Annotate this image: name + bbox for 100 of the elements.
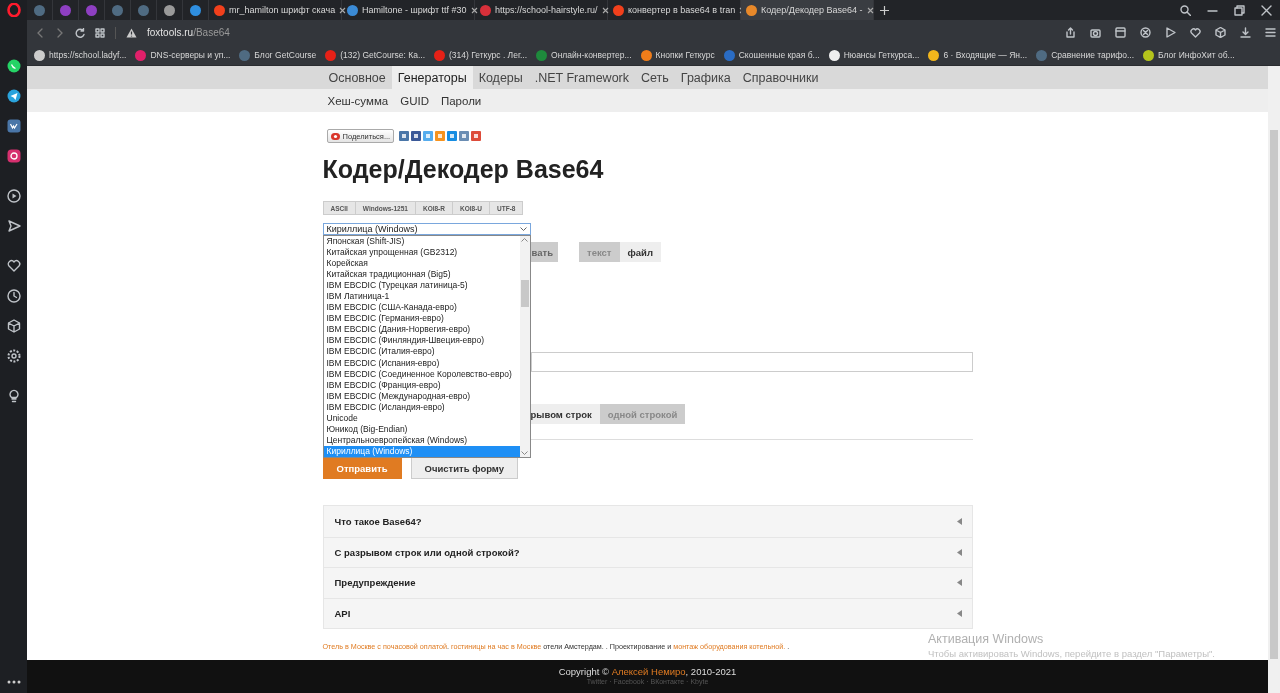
opera-logo-icon[interactable] — [6, 3, 21, 17]
close-icon[interactable] — [866, 6, 874, 14]
scroll-up-icon[interactable] — [521, 238, 528, 242]
nav-link[interactable]: Пароли — [440, 94, 482, 107]
lightbulb-icon[interactable] — [6, 389, 21, 403]
social-icon[interactable] — [459, 131, 470, 141]
menu-icon[interactable] — [1265, 27, 1276, 38]
bookmark-item[interactable]: Блог ИнфоХит об... — [1143, 49, 1235, 61]
copyright-text: Copyright © — [558, 666, 610, 677]
dropdown-option[interactable]: Unicode — [323, 412, 520, 424]
close-icon[interactable] — [1261, 4, 1272, 16]
nav-tab[interactable]: Сеть — [635, 66, 675, 89]
nav-link[interactable]: Хеш-сумма — [327, 94, 389, 107]
scroll-down-icon[interactable] — [521, 451, 528, 455]
plus-icon[interactable] — [880, 5, 889, 15]
close-icon[interactable] — [470, 6, 478, 14]
bookmark-item[interactable]: DNS-серверы и уп... — [135, 49, 231, 61]
dropdown-option[interactable]: IBM EBCDIC (Исландия-евро) — [323, 401, 520, 413]
dropdown-option[interactable]: IBM EBCDIC (Испания-евро) — [323, 357, 520, 369]
grid-icon[interactable] — [95, 27, 105, 38]
dropdown-option[interactable]: IBM EBCDIC (Дания-Норвегия-евро) — [323, 324, 520, 336]
forward-icon[interactable] — [55, 27, 65, 38]
scrollbar[interactable] — [1268, 66, 1280, 693]
bookmark-item[interactable]: (132) GetCourse: Ка... — [325, 49, 425, 61]
social-icon[interactable] — [447, 131, 458, 141]
nav-tab[interactable]: Графика — [674, 66, 737, 89]
dropdown-option[interactable]: Китайская упрощенная (GB2312) — [323, 247, 520, 259]
clock-icon[interactable] — [6, 289, 21, 303]
search-icon[interactable] — [1180, 4, 1191, 16]
bookmark-item[interactable]: Сравнение тарифо... — [1036, 49, 1135, 61]
toggle-option[interactable]: рывом строк — [530, 404, 600, 424]
heart-icon[interactable] — [1190, 27, 1201, 38]
accordion-item[interactable]: С разрывом строк или одной строкой? — [323, 536, 972, 567]
play-icon[interactable] — [6, 189, 21, 203]
dropdown-option[interactable]: IBM EBCDIC (Финляндия-Швеция-евро) — [323, 335, 520, 347]
send-icon[interactable] — [6, 219, 21, 233]
accordion-item[interactable]: Что такое Base64? — [323, 506, 972, 537]
dropdown-option[interactable]: IBM EBCDIC (США-Канада-евро) — [323, 302, 520, 314]
input-field[interactable] — [530, 352, 973, 372]
nav-tab[interactable]: Генераторы — [391, 66, 473, 89]
dropdown-option[interactable]: IBM EBCDIC (Франция-евро) — [323, 379, 520, 391]
dropdown-option[interactable]: Корейская — [323, 258, 520, 270]
social-icon[interactable] — [471, 131, 482, 141]
dropdown-option[interactable]: IBM EBCDIC (Международная-евро) — [323, 390, 520, 402]
play-icon[interactable] — [1165, 27, 1176, 38]
nav-tab[interactable]: Кодеры — [472, 66, 529, 89]
dropdown-option[interactable]: Японская (Shift-JIS) — [323, 236, 520, 248]
dropdown-option[interactable]: IBM EBCDIC (Турецкая латиница-5) — [323, 280, 520, 292]
toggle-option[interactable]: файл — [619, 242, 661, 262]
box-icon[interactable] — [1115, 27, 1126, 38]
close-icon[interactable] — [339, 6, 347, 14]
dropdown-option[interactable]: Юникод (Big-Endian) — [323, 423, 520, 435]
scroll-thumb[interactable] — [520, 280, 529, 307]
social-icon[interactable] — [399, 131, 410, 141]
clear-button[interactable]: Очистить форму — [410, 457, 519, 479]
bookmark-item[interactable]: 6 · Входящие — Ян... — [928, 49, 1028, 61]
restore-icon[interactable] — [1234, 4, 1245, 16]
bookmark-item[interactable]: Блог GetCourse — [239, 49, 317, 61]
page-title: Кодер/Декодер Base64 — [322, 155, 605, 183]
dropdown-option[interactable]: Китайская традиционная (Big5) — [323, 269, 520, 281]
download-icon[interactable] — [1240, 27, 1251, 38]
nav-tab[interactable]: Справочники — [736, 66, 825, 89]
dropdown-option[interactable]: IBM EBCDIC (Италия-евро) — [323, 346, 520, 358]
close-icon[interactable] — [601, 6, 609, 14]
bookmark-item[interactable]: Онлайн-конвертер... — [536, 49, 632, 61]
dropdown-option[interactable]: IBM Латиница-1 — [323, 291, 520, 303]
accordion-item[interactable]: API — [323, 597, 972, 628]
camera-icon[interactable] — [1090, 27, 1101, 38]
bookmark-item[interactable]: (314) Геткурс . Лег... — [434, 49, 528, 61]
settings-icon[interactable] — [6, 349, 21, 363]
nav-tab[interactable]: .NET Framework — [528, 66, 635, 89]
share-icon[interactable] — [1065, 27, 1076, 38]
reload-icon[interactable] — [75, 27, 85, 38]
author-link[interactable]: Алексей Немиро — [611, 666, 686, 677]
accordion-item[interactable]: Предупреждение — [323, 567, 972, 598]
dropdown-option[interactable]: Центральноевропейская (Windows) — [323, 434, 520, 446]
heart-icon[interactable] — [6, 259, 21, 273]
back-icon[interactable] — [35, 27, 45, 38]
dropdown-option[interactable]: IBM EBCDIC (Соединенное Королевство-евро) — [323, 368, 520, 380]
social-icon[interactable] — [411, 131, 422, 141]
close-icon[interactable] — [1140, 27, 1151, 38]
more-icon[interactable] — [6, 680, 21, 684]
camera-icon[interactable] — [6, 149, 21, 163]
bookmark-item[interactable]: https://school.ladyf... — [34, 49, 127, 61]
nav-tab[interactable]: Основное — [322, 66, 392, 89]
bookmark-item[interactable]: Нюансы Геткурса... — [828, 49, 920, 61]
toggle-option[interactable]: вать — [530, 242, 558, 262]
encoding-select[interactable]: Кириллица (Windows) — [322, 223, 531, 235]
tab-title: Hamiltone - шрифт ttf #30 — [362, 5, 467, 15]
scrollbar[interactable] — [519, 236, 530, 457]
bookmark-item[interactable]: Скошенные края б... — [723, 49, 820, 61]
chat-icon[interactable] — [6, 59, 21, 73]
browser-tab[interactable]: Кодер/Декодер Base64 - — [741, 0, 874, 20]
address-field[interactable]: foxtools.ru/Base64 — [147, 27, 230, 38]
nav-link[interactable]: GUID — [400, 94, 429, 107]
dropdown-option[interactable]: IBM EBCDIC (Германия-евро) — [323, 313, 520, 325]
paper-plane-icon[interactable] — [6, 89, 21, 103]
cube-icon[interactable] — [6, 319, 21, 333]
cube-icon[interactable] — [1215, 27, 1226, 38]
bookmark-item[interactable]: Кнопки Геткурс — [640, 49, 715, 61]
